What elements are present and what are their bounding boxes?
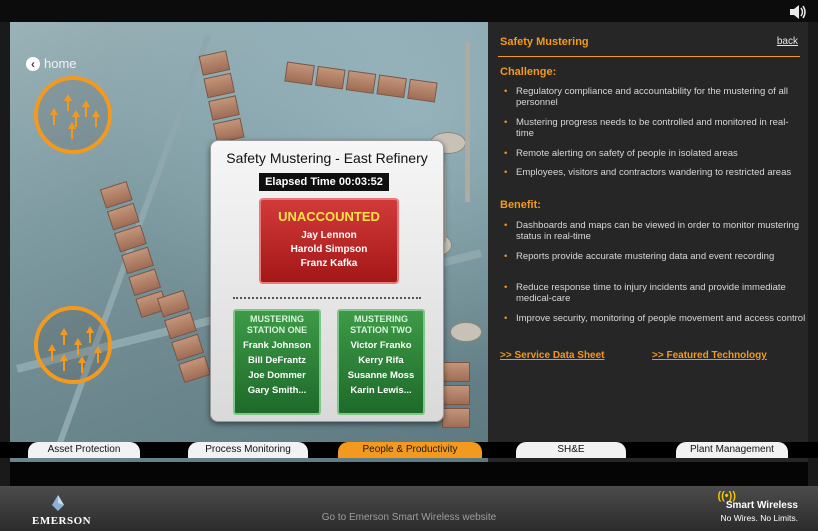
up-arrow-icon	[50, 108, 58, 125]
wireless-signal-icon: ((•))	[717, 490, 736, 502]
challenge-item: Remote alerting on safety of people in i…	[502, 148, 806, 159]
station-heading-line: STATION TWO	[350, 325, 412, 335]
benefit-item: Reports provide accurate mustering data …	[502, 251, 806, 262]
back-arrow-icon: ‹	[26, 56, 40, 71]
station-person: Kerry Rifa	[358, 355, 404, 366]
service-data-sheet-link[interactable]: >> Service Data Sheet	[500, 350, 605, 361]
unaccounted-title: UNACCOUNTED	[278, 209, 380, 224]
station-one-heading: MUSTERING STATION ONE	[235, 314, 319, 336]
smart-wireless-tagline: No Wires. No Limits.	[720, 513, 798, 523]
station-heading-line: MUSTERING	[354, 314, 408, 324]
station-person: Susanne Moss	[347, 370, 415, 381]
station-heading-line: MUSTERING	[250, 314, 304, 324]
station-person: Frank Johnson	[242, 340, 312, 351]
smart-wireless-title: Smart Wireless	[725, 500, 798, 511]
footer: EMERSON Go to Emerson Smart Wireless web…	[0, 486, 818, 531]
up-arrow-icon	[86, 326, 94, 343]
info-panel: Safety Mustering back Challenge: Regulat…	[488, 22, 808, 462]
home-button[interactable]: ‹ home	[26, 56, 77, 71]
elapsed-value: 00:03:52	[338, 176, 383, 188]
panel-title: Safety Mustering	[500, 36, 589, 48]
station-person: Karin Lewis...	[350, 385, 412, 396]
elapsed-label: Elapsed Time	[265, 176, 336, 188]
challenge-item: Mustering progress needs to be controlle…	[502, 117, 806, 139]
benefit-item: Improve security, monitoring of people m…	[502, 313, 806, 324]
up-arrow-icon	[48, 344, 56, 361]
station-one[interactable]: MUSTERING STATION ONE Frank Johnson Bill…	[233, 309, 321, 415]
station-person: Joe Dommer	[248, 370, 306, 381]
speaker-icon[interactable]	[788, 4, 808, 20]
up-arrow-icon	[82, 100, 90, 117]
up-arrow-icon	[60, 354, 68, 371]
benefit-heading: Benefit:	[500, 199, 541, 211]
tab-process-monitoring[interactable]: Process Monitoring	[188, 442, 308, 458]
unaccounted-name: Jay Lennon	[301, 230, 357, 241]
muster-point-one[interactable]	[34, 76, 112, 154]
station-person: Gary Smith...	[247, 385, 307, 396]
top-bar	[0, 0, 818, 22]
muster-point-two[interactable]	[34, 306, 112, 384]
up-arrow-icon	[92, 110, 100, 127]
unaccounted-name: Harold Simpson	[290, 244, 368, 255]
up-arrow-icon	[64, 94, 72, 111]
mustering-dialog: Safety Mustering - East Refinery Elapsed…	[210, 140, 444, 422]
station-two[interactable]: MUSTERING STATION TWO Victor Franko Kerr…	[337, 309, 425, 415]
storage-tank	[450, 322, 482, 342]
smart-wireless-logo: Smart Wireless No Wires. No Limits.	[678, 494, 798, 523]
dialog-title: Safety Mustering - East Refinery	[226, 150, 428, 166]
pipe	[465, 42, 470, 202]
emerson-logo-icon	[52, 495, 64, 511]
tab-she[interactable]: SH&E	[516, 442, 626, 458]
building-row	[442, 362, 470, 428]
station-person: Victor Franko	[350, 340, 412, 351]
featured-technology-link[interactable]: >> Featured Technology	[652, 350, 767, 361]
tab-plant-management[interactable]: Plant Management	[676, 442, 788, 458]
up-arrow-icon	[72, 110, 80, 127]
station-heading-line: STATION ONE	[246, 325, 308, 335]
challenge-heading: Challenge:	[500, 66, 557, 78]
up-arrow-icon	[78, 356, 86, 373]
up-arrow-icon	[94, 346, 102, 363]
station-two-heading: MUSTERING STATION TWO	[339, 314, 423, 336]
challenge-item: Employees, visitors and contractors wand…	[502, 167, 806, 178]
challenge-item: Regulatory compliance and accountability…	[502, 86, 806, 108]
benefit-item: Dashboards and maps can be viewed in ord…	[502, 220, 806, 242]
tab-people-productivity[interactable]: People & Productivity	[338, 442, 482, 458]
unaccounted-box[interactable]: UNACCOUNTED Jay Lennon Harold Simpson Fr…	[259, 198, 399, 284]
panel-header: Safety Mustering back	[498, 34, 800, 57]
status-bar	[10, 462, 808, 486]
up-arrow-icon	[68, 122, 76, 139]
dialog-divider	[233, 297, 421, 299]
back-link[interactable]: back	[777, 36, 798, 47]
unaccounted-name: Franz Kafka	[300, 258, 358, 269]
station-person: Bill DeFrantz	[247, 355, 307, 366]
tab-asset-protection[interactable]: Asset Protection	[28, 442, 140, 458]
benefit-item: Reduce response time to injury incidents…	[502, 282, 806, 304]
up-arrow-icon	[74, 338, 82, 355]
elapsed-time: Elapsed Time 00:03:52	[259, 173, 389, 191]
up-arrow-icon	[60, 328, 68, 345]
home-label: home	[44, 56, 77, 71]
